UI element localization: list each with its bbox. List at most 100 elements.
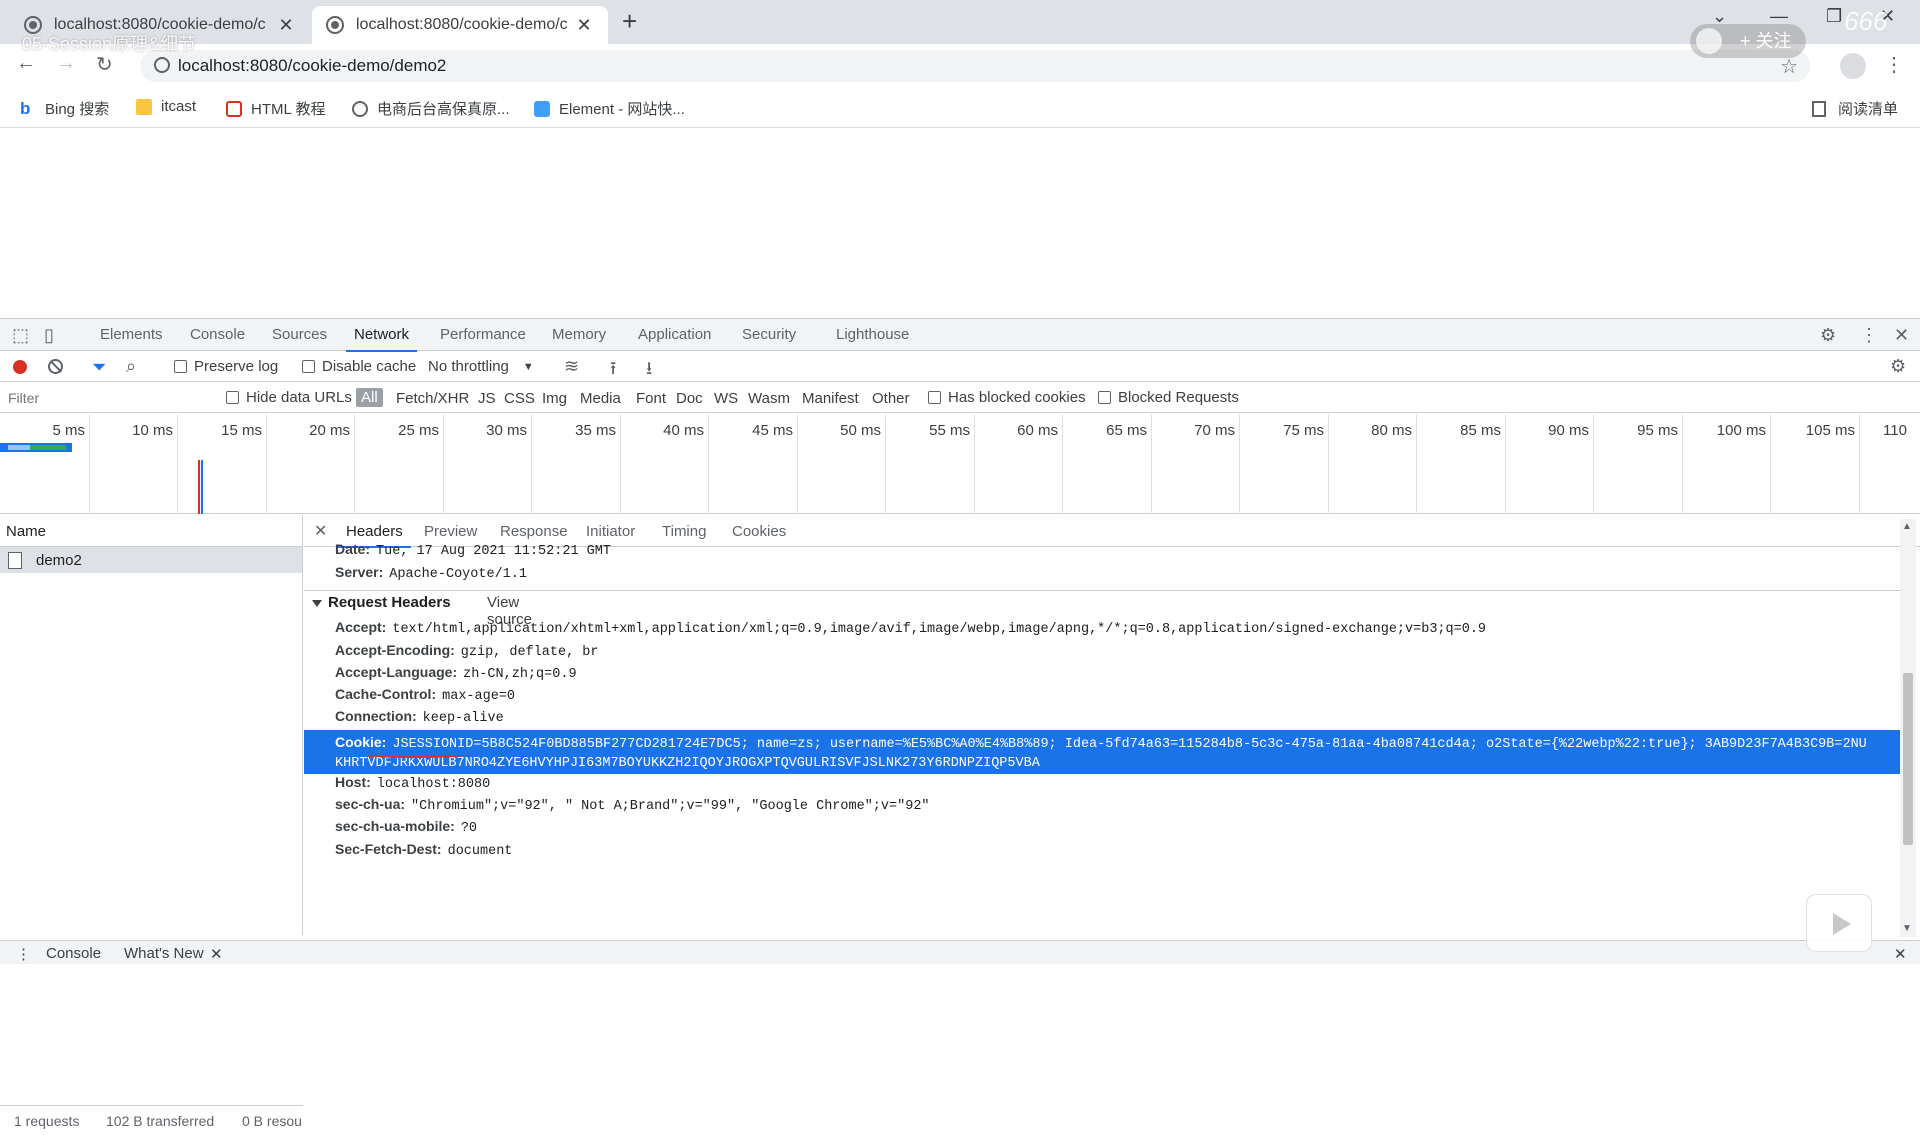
follow-button[interactable]: + 关注 — [1690, 24, 1806, 58]
header-row[interactable]: Accept: text/html,application/xhtml+xml,a… — [335, 619, 1486, 637]
bookmark-html[interactable]: HTML 教程 — [226, 98, 325, 119]
tab-security[interactable]: Security — [742, 326, 796, 343]
tab-response[interactable]: Response — [500, 523, 568, 540]
checkbox-box[interactable] — [302, 360, 315, 373]
address-bar[interactable]: localhost:8080/cookie-demo/demo2 ☆ — [140, 50, 1810, 82]
name-column-header[interactable]: Name — [0, 515, 302, 547]
bookmark-element[interactable]: Element - 网站快... — [534, 98, 685, 119]
scroll-up-icon[interactable]: ▲ — [1902, 521, 1912, 532]
filter-type-fetch[interactable]: Fetch/XHR — [396, 390, 469, 407]
header-row[interactable]: Sec-Fetch-Dest: document — [335, 841, 512, 859]
filter-type-css[interactable]: CSS — [504, 390, 535, 407]
close-devtools-icon[interactable]: ✕ — [1894, 325, 1909, 346]
header-row[interactable]: Host: localhost:8080 — [335, 774, 490, 792]
filter-type-font[interactable]: Font — [636, 390, 666, 407]
address-url[interactable]: localhost:8080/cookie-demo/demo2 — [178, 56, 446, 76]
header-row[interactable]: Accept-Encoding: gzip, deflate, br — [335, 642, 599, 660]
reading-list-button[interactable]: 阅读清单 — [1812, 98, 1898, 119]
network-overview-timeline[interactable]: 5 ms 10 ms 15 ms 20 ms 25 ms 30 ms 35 ms 40 ms 4… — [0, 414, 1920, 514]
drawer-menu-icon[interactable]: ⋮ — [16, 945, 31, 963]
record-icon[interactable] — [13, 360, 27, 374]
video-play-icon[interactable] — [1806, 894, 1872, 952]
blocked-requests-checkbox[interactable]: Blocked Requests — [1098, 389, 1239, 406]
device-toolbar-icon[interactable]: ▯ — [44, 325, 54, 346]
checkbox-box[interactable] — [928, 391, 941, 404]
inspect-element-icon[interactable]: ⬚ — [12, 325, 29, 346]
filter-type-manifest[interactable]: Manifest — [802, 390, 859, 407]
detail-scrollbar[interactable]: ▲ ▼ — [1900, 519, 1916, 937]
filter-type-js[interactable]: JS — [478, 390, 496, 407]
hide-data-urls-checkbox[interactable]: Hide data URLs — [226, 389, 352, 406]
tab-sources[interactable]: Sources — [272, 326, 327, 343]
tab-timing[interactable]: Timing — [662, 523, 706, 540]
filter-funnel-icon[interactable]: ⏷ — [92, 357, 106, 378]
drawer-tab-whats-new[interactable]: What's New — [124, 945, 204, 962]
preserve-log-checkbox[interactable]: Preserve log — [174, 358, 278, 375]
close-tab-icon[interactable]: ✕ — [276, 15, 296, 36]
tab-initiator[interactable]: Initiator — [586, 523, 635, 540]
filter-type-wasm[interactable]: Wasm — [748, 390, 790, 407]
search-icon[interactable]: ⌕ — [126, 356, 136, 377]
bookmark-ecommerce[interactable]: 电商后台高保真原... — [352, 98, 510, 119]
header-row[interactable]: Server: Apache-Coyote/1.1 — [335, 564, 527, 582]
filter-type-other[interactable]: Other — [872, 390, 910, 407]
bookmark-itcast[interactable]: itcast — [136, 98, 196, 115]
request-headers-section[interactable]: Request Headers View source — [312, 594, 532, 628]
checkbox-box[interactable] — [226, 391, 239, 404]
header-row[interactable]: Connection: keep-alive — [335, 708, 504, 726]
maximize-icon[interactable]: ❐ — [1826, 6, 1842, 27]
network-conditions-icon[interactable]: ≋ — [564, 356, 579, 377]
tab-preview[interactable]: Preview — [424, 523, 477, 540]
cookie-header-row-selected[interactable]: Cookie: JSESSIONID=5B8C524F0BD885BF277CD2… — [304, 730, 1900, 774]
filter-input[interactable] — [2, 387, 208, 409]
has-blocked-cookies-checkbox[interactable]: Has blocked cookies — [928, 389, 1086, 406]
browser-tab-2[interactable]: localhost:8080/cookie-demo/c ✕ — [312, 6, 608, 44]
close-drawer-icon[interactable]: ✕ — [1894, 945, 1907, 963]
scroll-down-icon[interactable]: ▼ — [1902, 923, 1912, 934]
tab-memory[interactable]: Memory — [552, 326, 606, 343]
resources-size: 0 B resou — [242, 1113, 302, 1129]
tab-performance[interactable]: Performance — [440, 326, 526, 343]
checkbox-box[interactable] — [1098, 391, 1111, 404]
throttling-select[interactable]: No throttling ▼ — [428, 358, 534, 375]
header-row[interactable]: Accept-Language: zh-CN,zh;q=0.9 — [335, 664, 577, 682]
close-tab-icon[interactable]: ✕ — [574, 15, 594, 36]
avatar[interactable] — [1840, 53, 1866, 79]
drawer-tab-console[interactable]: Console — [46, 945, 101, 962]
header-row[interactable]: sec-ch-ua: "Chromium";v="92", " Not A;Bra… — [335, 796, 930, 814]
header-row[interactable]: Date: Tue, 17 Aug 2021 11:52:21 GMT — [335, 541, 611, 559]
filter-type-doc[interactable]: Doc — [676, 390, 703, 407]
tab-headers[interactable]: Headers — [338, 523, 411, 548]
header-row[interactable]: sec-ch-ua-mobile: ?0 — [335, 818, 477, 836]
filter-type-media[interactable]: Media — [580, 390, 621, 407]
export-har-icon[interactable]: ⭳ — [646, 356, 652, 386]
filter-type-img[interactable]: Img — [542, 390, 567, 407]
site-info-icon[interactable] — [154, 57, 170, 73]
request-row[interactable]: demo2 — [0, 547, 302, 573]
bookmark-bing[interactable]: b Bing 搜索 — [20, 98, 109, 119]
close-detail-icon[interactable]: ✕ — [314, 521, 327, 541]
tab-cookies[interactable]: Cookies — [732, 523, 786, 540]
globe-icon — [352, 100, 368, 117]
tab-lighthouse[interactable]: Lighthouse — [836, 326, 909, 343]
filter-type-ws[interactable]: WS — [714, 390, 738, 407]
close-drawer-tab-icon[interactable]: ✕ — [210, 945, 223, 963]
new-tab-button[interactable]: + — [622, 6, 637, 37]
more-options-icon[interactable]: ⋮ — [1860, 325, 1878, 346]
waterfall-segment-wait — [8, 445, 30, 450]
filter-type-all[interactable]: All — [356, 388, 383, 407]
disable-cache-checkbox[interactable]: Disable cache — [302, 358, 416, 375]
import-har-icon[interactable]: ⭱ — [610, 356, 616, 386]
scrollbar-thumb[interactable] — [1903, 673, 1913, 845]
tab-elements[interactable]: Elements — [100, 326, 163, 343]
header-row[interactable]: Cache-Control: max-age=0 — [335, 686, 515, 704]
collapse-triangle-icon[interactable] — [312, 599, 322, 607]
settings-gear-icon[interactable]: ⚙ — [1820, 325, 1836, 346]
tab-network[interactable]: Network — [345, 326, 418, 352]
more-menu-icon[interactable]: ⋮ — [1884, 52, 1904, 77]
tab-application[interactable]: Application — [638, 326, 711, 343]
tab-console[interactable]: Console — [190, 326, 245, 343]
clear-icon[interactable] — [48, 359, 63, 374]
checkbox-box[interactable] — [174, 360, 187, 373]
network-settings-gear-icon[interactable]: ⚙ — [1890, 356, 1906, 377]
